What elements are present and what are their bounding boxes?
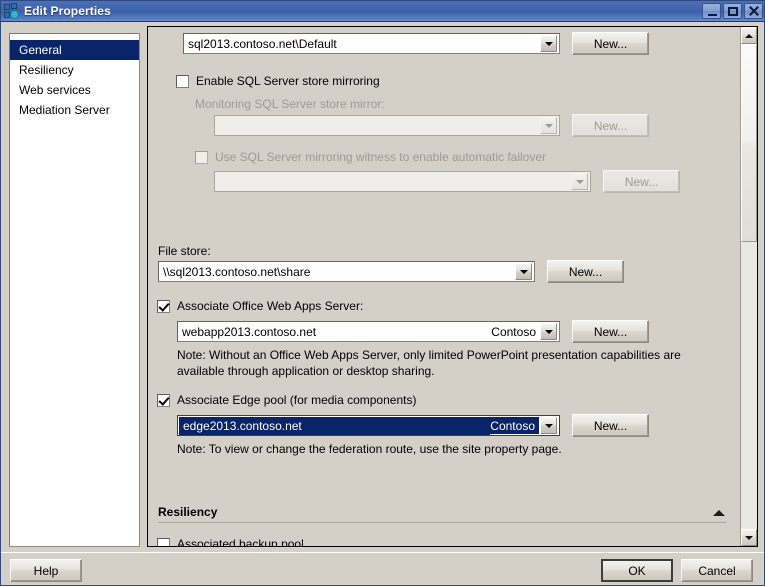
office-web-apps-value: webapp2013.contoso.net xyxy=(182,324,317,339)
office-web-apps-checkbox[interactable]: Associate Office Web Apps Server: xyxy=(157,299,363,313)
office-web-apps-new-button[interactable]: New... xyxy=(572,320,649,343)
mirroring-witness-label: Use SQL Server mirroring witness to enab… xyxy=(215,150,547,164)
backup-pool-label: Associated backup pool xyxy=(177,537,304,547)
backup-pool-checkbox[interactable]: Associated backup pool xyxy=(157,537,304,547)
chevron-up-icon[interactable] xyxy=(713,510,725,516)
file-store-combo[interactable]: \\sql2013.contoso.net\share xyxy=(158,261,535,282)
footer-bar: Help OK Cancel xyxy=(1,553,764,585)
ok-button[interactable]: OK xyxy=(601,559,673,582)
edge-pool-checkbox[interactable]: Associate Edge pool (for media component… xyxy=(157,393,416,407)
chevron-down-icon[interactable] xyxy=(571,173,588,190)
checkbox-box xyxy=(176,74,189,88)
sql-store-value: sql2013.contoso.net\Default xyxy=(188,36,337,51)
sidebar-item-web-services[interactable]: Web services xyxy=(10,80,139,100)
file-store-value: \\sql2013.contoso.net\share xyxy=(163,264,311,279)
minimize-button[interactable] xyxy=(702,3,721,19)
scroll-down-button[interactable] xyxy=(741,529,757,546)
checkbox-box xyxy=(157,393,170,407)
dialog-body: General Resiliency Web services Mediatio… xyxy=(1,22,764,585)
edge-pool-note: Note: To view or change the federation r… xyxy=(177,442,562,456)
cancel-button[interactable]: Cancel xyxy=(681,559,753,582)
edge-pool-combo[interactable]: edge2013.contoso.net Contoso xyxy=(177,415,560,436)
edge-pool-new-button[interactable]: New... xyxy=(572,414,649,437)
vertical-scrollbar[interactable] xyxy=(740,27,757,546)
help-button[interactable]: Help xyxy=(10,559,82,582)
title-bar[interactable]: Edit Properties xyxy=(1,1,764,22)
chevron-down-icon[interactable] xyxy=(540,323,557,340)
section-divider xyxy=(158,522,726,523)
scroll-up-button[interactable] xyxy=(741,27,757,44)
chevron-down-icon[interactable] xyxy=(540,417,557,434)
witness-store-new-button[interactable]: New... xyxy=(603,170,680,193)
witness-store-combo[interactable] xyxy=(214,171,591,192)
office-web-apps-combo[interactable]: webapp2013.contoso.net Contoso xyxy=(177,321,560,342)
settings-scroll-content: sql2013.contoso.net\Default New... Enabl… xyxy=(148,27,739,546)
edge-pool-value-right: Contoso xyxy=(490,418,539,433)
settings-panel: sql2013.contoso.net\Default New... Enabl… xyxy=(147,26,758,547)
scrollbar-thumb[interactable] xyxy=(741,44,757,242)
office-web-apps-value-right: Contoso xyxy=(491,324,536,339)
window-controls xyxy=(702,3,763,19)
mirror-store-combo[interactable] xyxy=(214,115,560,136)
navigation-list[interactable]: General Resiliency Web services Mediatio… xyxy=(9,33,140,547)
office-web-apps-note: Note: Without an Office Web Apps Server,… xyxy=(177,348,681,378)
mirroring-witness-checkbox[interactable]: Use SQL Server mirroring witness to enab… xyxy=(195,150,546,164)
resiliency-section-title: Resiliency xyxy=(158,505,218,519)
edge-pool-label: Associate Edge pool (for media component… xyxy=(177,393,417,407)
chevron-down-icon[interactable] xyxy=(515,263,532,280)
sidebar-item-mediation-server[interactable]: Mediation Server xyxy=(10,100,139,120)
enable-mirroring-checkbox[interactable]: Enable SQL Server store mirroring xyxy=(176,74,380,88)
sql-store-combo[interactable]: sql2013.contoso.net\Default xyxy=(183,33,560,54)
scrollbar-track[interactable] xyxy=(741,44,757,529)
file-store-label: File store: xyxy=(158,244,211,258)
mirror-store-new-button[interactable]: New... xyxy=(572,114,649,137)
mirror-store-label: Monitoring SQL Server store mirror: xyxy=(195,97,385,111)
close-button[interactable] xyxy=(744,3,763,19)
chevron-down-icon[interactable] xyxy=(540,117,557,134)
maximize-button[interactable] xyxy=(723,3,742,19)
file-store-new-button[interactable]: New... xyxy=(547,260,624,283)
enable-mirroring-label: Enable SQL Server store mirroring xyxy=(196,74,380,88)
office-web-apps-label: Associate Office Web Apps Server: xyxy=(177,299,364,313)
edge-pool-value: edge2013.contoso.net xyxy=(179,416,491,435)
window-title: Edit Properties xyxy=(24,4,111,18)
sql-store-new-button[interactable]: New... xyxy=(572,32,649,55)
edit-properties-dialog: Edit Properties General Resiliency Web s… xyxy=(0,0,765,586)
sidebar-item-general[interactable]: General xyxy=(10,40,139,60)
checkbox-box xyxy=(195,150,208,164)
checkbox-box xyxy=(157,299,170,313)
chevron-down-icon[interactable] xyxy=(540,35,557,52)
checkbox-box xyxy=(157,537,170,546)
app-icon xyxy=(4,3,20,19)
sidebar-item-resiliency[interactable]: Resiliency xyxy=(10,60,139,80)
